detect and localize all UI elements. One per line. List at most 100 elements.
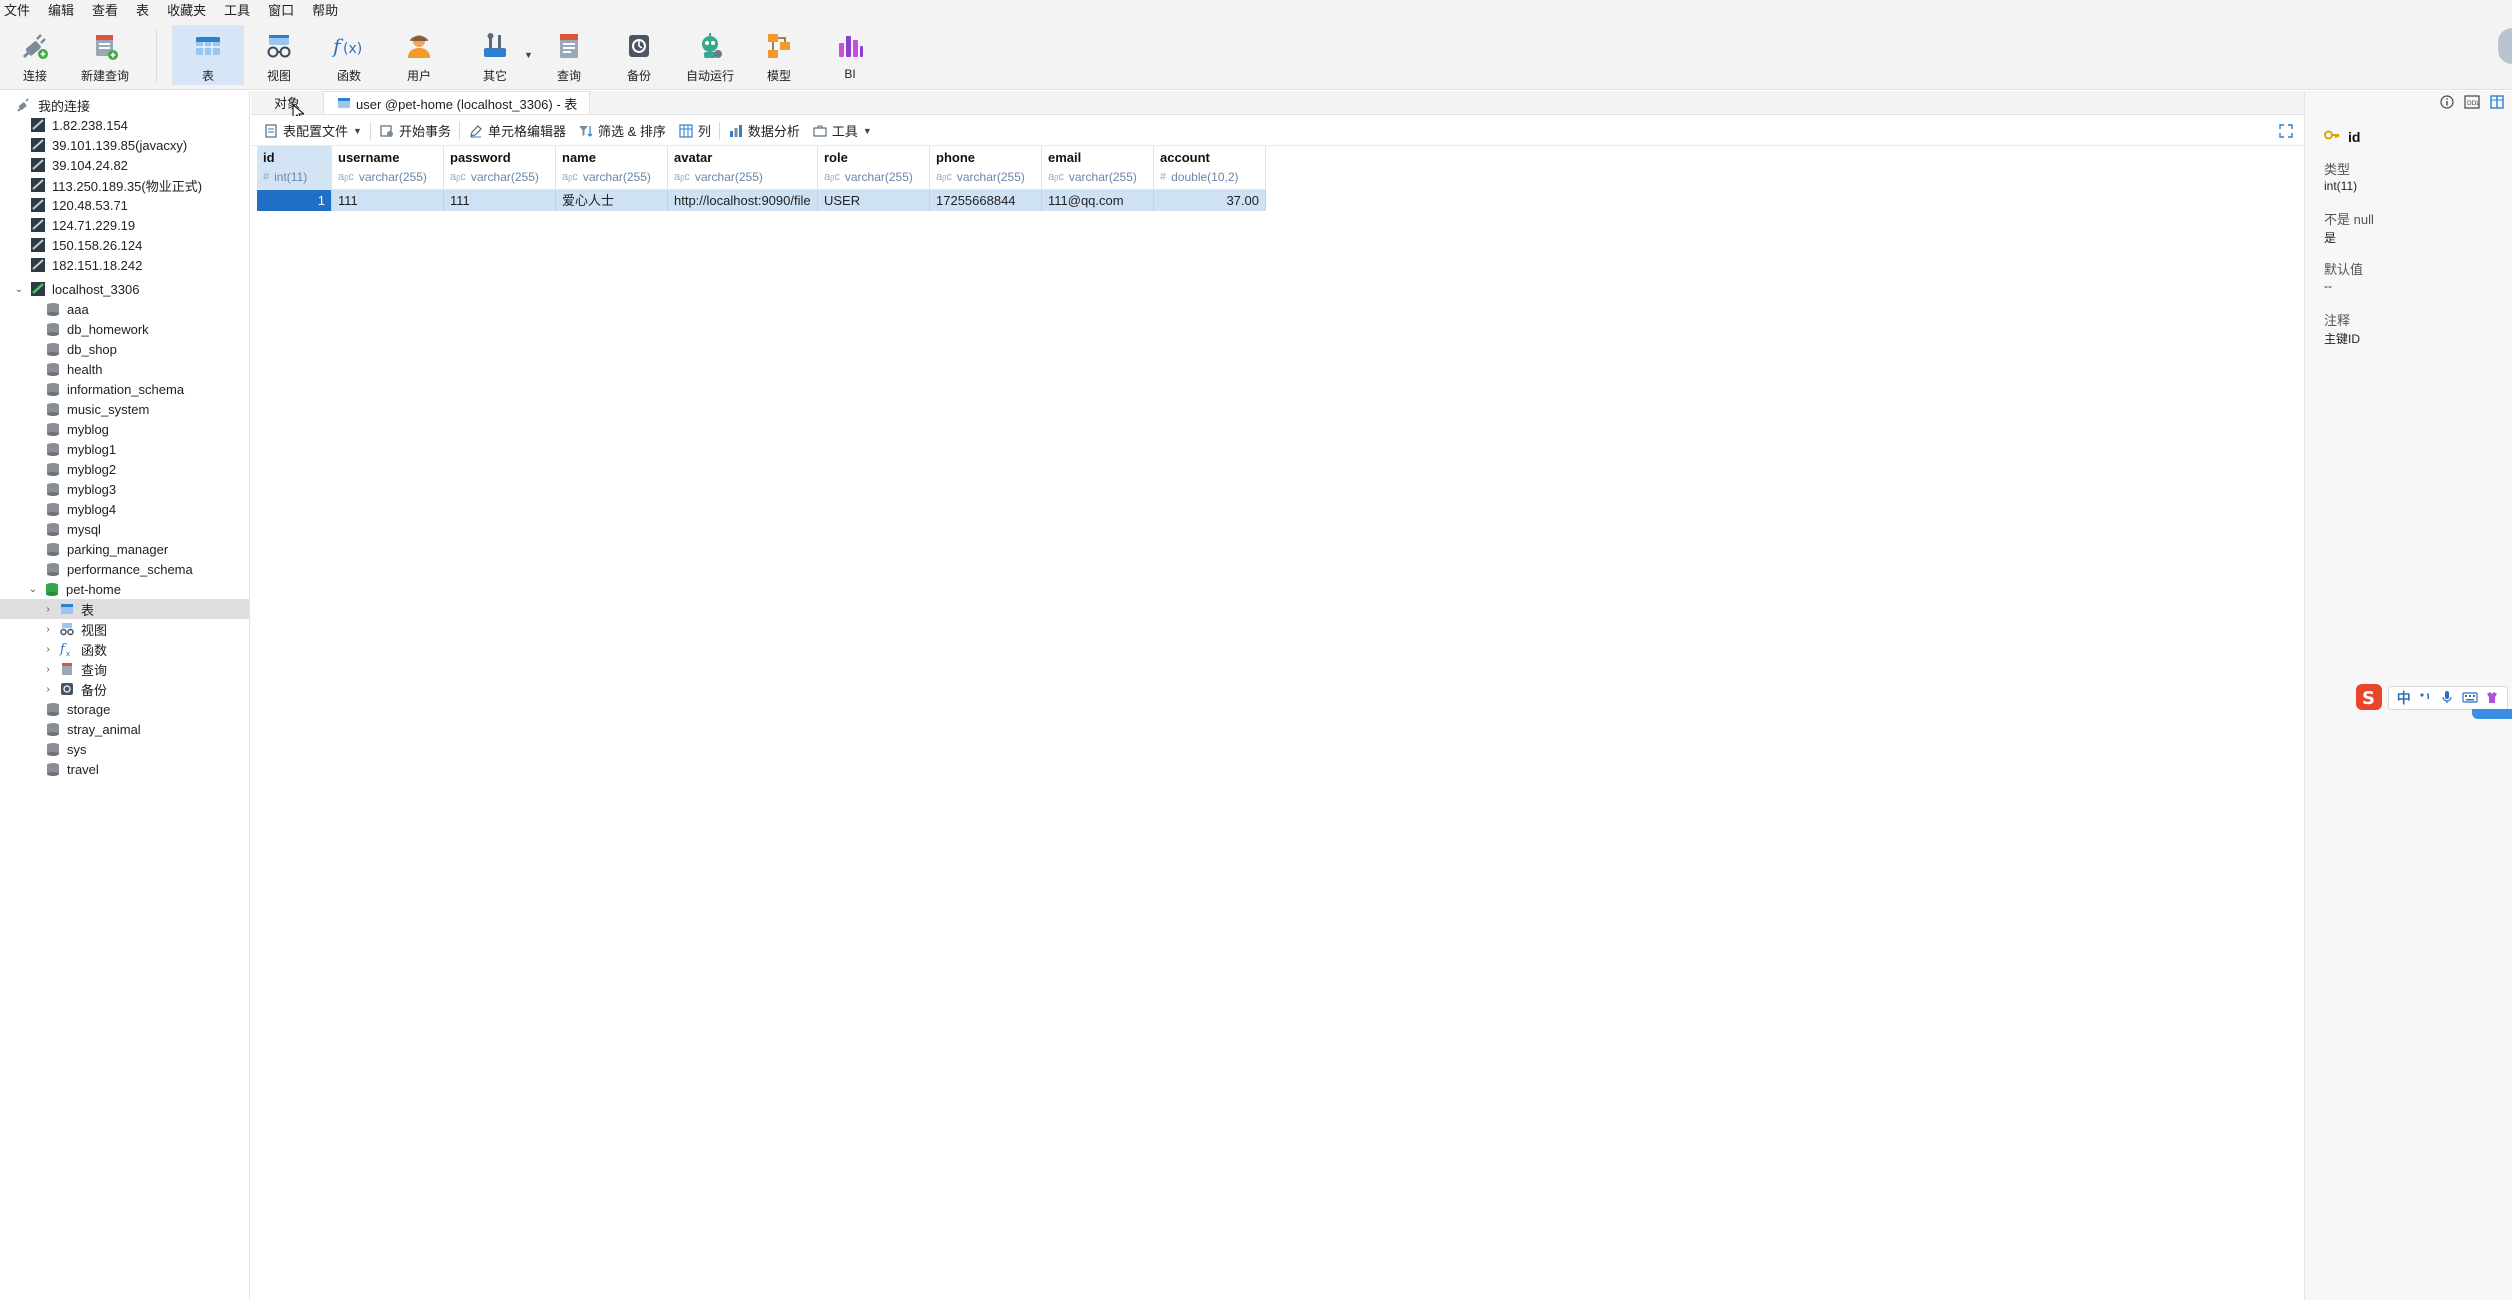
tree-database[interactable]: myblog1 xyxy=(0,439,249,459)
menu-table[interactable]: 表 xyxy=(127,0,158,22)
expand-icon[interactable] xyxy=(2278,123,2294,139)
column-header-password[interactable]: password aᵦc varchar(255) xyxy=(444,146,556,190)
menu-help[interactable]: 帮助 xyxy=(303,0,347,22)
menu-window[interactable]: 窗口 xyxy=(259,0,303,22)
tree-database[interactable]: db_homework xyxy=(0,319,249,339)
tree-database[interactable]: myblog3 xyxy=(0,479,249,499)
chevron-right-icon[interactable]: › xyxy=(43,684,53,695)
tab-user-table[interactable]: user @pet-home (localhost_3306) - 表 xyxy=(323,91,591,114)
tree-connection[interactable]: 182.151.18.242 xyxy=(0,255,249,275)
tree-database[interactable]: mysql xyxy=(0,519,249,539)
grid-cell-role[interactable]: USER xyxy=(818,190,930,211)
grid-cell-id[interactable]: 1 xyxy=(257,190,332,211)
skin-icon[interactable] xyxy=(2485,690,2499,707)
column-header-phone[interactable]: phone aᵦc varchar(255) xyxy=(930,146,1042,190)
query-button[interactable]: 查询 xyxy=(548,25,590,85)
punctuation-icon[interactable] xyxy=(2418,690,2432,707)
tree-connection[interactable]: 1.82.238.154 xyxy=(0,115,249,135)
tree-database[interactable]: music_system xyxy=(0,399,249,419)
column-header-email[interactable]: email aᵦc varchar(255) xyxy=(1042,146,1154,190)
chevron-right-icon[interactable]: › xyxy=(43,644,53,655)
tree-object-group[interactable]: › 备份 xyxy=(0,679,249,699)
menu-tools[interactable]: 工具 xyxy=(215,0,259,22)
columns-button[interactable]: 列 xyxy=(672,120,717,142)
tree-database[interactable]: aaa xyxy=(0,299,249,319)
tree-database[interactable]: db_shop xyxy=(0,339,249,359)
keyboard-icon[interactable] xyxy=(2461,690,2478,707)
table-row[interactable]: 1 111 111 爱心人士 http://localhost:9090/file USE… xyxy=(257,190,1266,211)
table-button[interactable]: 表 xyxy=(172,25,244,85)
tree-database[interactable]: health xyxy=(0,359,249,379)
tree-db-pet-home[interactable]: ⌄ pet-home xyxy=(0,579,249,599)
connect-button[interactable]: 连接 xyxy=(12,25,58,85)
chevron-right-icon[interactable]: › xyxy=(43,624,53,635)
cell-editor-button[interactable]: 单元格编辑器 xyxy=(462,120,572,142)
tree-database[interactable]: myblog2 xyxy=(0,459,249,479)
tree-database[interactable]: travel xyxy=(0,759,249,779)
column-header-account[interactable]: account # double(10,2) xyxy=(1154,146,1266,190)
backup-button[interactable]: 备份 xyxy=(618,25,660,85)
filter-sort-button[interactable]: 筛选 & 排序 xyxy=(572,120,672,142)
grid-cell-account[interactable]: 37.00 xyxy=(1154,190,1266,211)
tree-connection[interactable]: 39.104.24.82 xyxy=(0,155,249,175)
tree-localhost[interactable]: ⌄ localhost_3306 xyxy=(0,279,249,299)
tree-connection[interactable]: 150.158.26.124 xyxy=(0,235,249,255)
begin-transaction-button[interactable]: 开始事务 xyxy=(373,120,457,142)
grid-cell-name[interactable]: 爱心人士 xyxy=(556,190,668,211)
tree-connection[interactable]: 113.250.189.35(物业正式) xyxy=(0,175,249,195)
tree-connection[interactable]: 39.101.139.85(javacxy) xyxy=(0,135,249,155)
tree-database[interactable]: storage xyxy=(0,699,249,719)
chevron-down-icon[interactable]: ⌄ xyxy=(14,284,24,295)
tree-database[interactable]: performance_schema xyxy=(0,559,249,579)
chevron-right-icon[interactable]: › xyxy=(43,604,53,615)
tree-root-my-connections[interactable]: 我的连接 xyxy=(0,95,249,115)
chevron-right-icon[interactable]: › xyxy=(43,664,53,675)
tree-database[interactable]: sys xyxy=(0,739,249,759)
chevron-down-icon[interactable]: ⌄ xyxy=(28,584,38,595)
grid-cell-password[interactable]: 111 xyxy=(444,190,556,211)
tree-database[interactable]: myblog xyxy=(0,419,249,439)
other-dropdown-caret[interactable]: ▼ xyxy=(524,50,533,60)
auto-run-button[interactable]: 自动运行 xyxy=(682,25,738,85)
tree-connection[interactable]: 124.71.229.19 xyxy=(0,215,249,235)
new-query-button[interactable]: 新建查询 xyxy=(74,25,136,85)
menu-edit[interactable]: 编辑 xyxy=(39,0,83,22)
user-button[interactable]: 用户 xyxy=(398,25,440,85)
grid-cell-avatar[interactable]: http://localhost:9090/file xyxy=(668,190,818,211)
table-profile-button[interactable]: 表配置文件 ▼ xyxy=(257,120,368,142)
info-icon[interactable] xyxy=(2440,95,2454,112)
tree-database[interactable]: information_schema xyxy=(0,379,249,399)
tree-database[interactable]: stray_animal xyxy=(0,719,249,739)
grid-cell-username[interactable]: 111 xyxy=(332,190,444,211)
menu-file[interactable]: 文件 xyxy=(0,0,39,22)
tab-objects[interactable]: 对象 xyxy=(251,91,323,114)
grid-cell-email[interactable]: 111@qq.com xyxy=(1042,190,1154,211)
tree-database[interactable]: parking_manager xyxy=(0,539,249,559)
other-button[interactable]: 其它 xyxy=(474,25,516,85)
tree-database[interactable]: myblog4 xyxy=(0,499,249,519)
menu-view[interactable]: 查看 xyxy=(83,0,127,22)
column-header-avatar[interactable]: avatar aᵦc varchar(255) xyxy=(668,146,818,190)
column-header-id[interactable]: id # int(11) xyxy=(257,146,332,190)
tree-object-group[interactable]: › 视图 xyxy=(0,619,249,639)
ddl-icon[interactable]: DDL xyxy=(2464,95,2480,112)
column-header-name[interactable]: name aᵦc varchar(255) xyxy=(556,146,668,190)
tree-object-group[interactable]: › f x 函数 xyxy=(0,639,249,659)
ime-language-toggle[interactable]: 中 xyxy=(2397,688,2411,708)
view-button[interactable]: 视图 xyxy=(258,25,300,85)
bi-button[interactable]: BI xyxy=(830,25,870,85)
tools-dropdown-button[interactable]: 工具 ▼ xyxy=(806,120,878,142)
model-button[interactable]: 模型 xyxy=(758,25,800,85)
tree-object-group[interactable]: › 表 xyxy=(0,599,249,619)
column-header-username[interactable]: username aᵦc varchar(255) xyxy=(332,146,444,190)
function-button[interactable]: f (x) 函数 xyxy=(328,25,370,85)
panel-layout-icon[interactable] xyxy=(2490,95,2504,112)
data-analysis-button[interactable]: 数据分析 xyxy=(722,120,806,142)
sogou-ime-icon[interactable]: S xyxy=(2354,682,2384,715)
column-header-role[interactable]: role aᵦc varchar(255) xyxy=(818,146,930,190)
grid-cell-phone[interactable]: 17255668844 xyxy=(930,190,1042,211)
microphone-icon[interactable] xyxy=(2440,690,2454,707)
tree-object-group[interactable]: › 查询 xyxy=(0,659,249,679)
tree-connection[interactable]: 120.48.53.71 xyxy=(0,195,249,215)
menu-favorites[interactable]: 收藏夹 xyxy=(158,0,215,22)
